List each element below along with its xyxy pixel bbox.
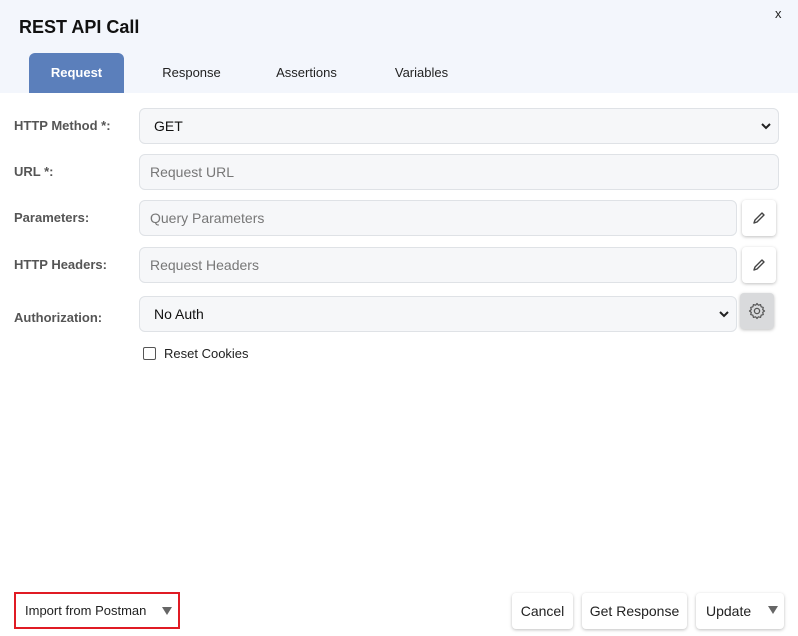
authorization-label: Authorization:: [14, 310, 103, 325]
authorization-settings-button[interactable]: [740, 293, 774, 329]
http-method-value: GET: [154, 118, 183, 134]
http-method-label: HTTP Method *:: [14, 118, 111, 133]
chevron-down-icon: [761, 123, 771, 130]
cancel-button[interactable]: Cancel: [512, 593, 573, 629]
import-from-postman-dropdown[interactable]: Import from Postman: [14, 592, 180, 629]
edit-headers-button[interactable]: [742, 247, 776, 283]
parameters-label: Parameters:: [14, 210, 90, 225]
close-button[interactable]: x: [775, 6, 782, 21]
caret-down-icon: [162, 607, 172, 615]
update-label: Update: [706, 603, 752, 619]
dialog-title: REST API Call: [19, 17, 140, 37]
chevron-down-icon: [719, 311, 729, 318]
parameters-input[interactable]: Query Parameters: [139, 200, 737, 236]
url-input[interactable]: Request URL: [139, 154, 779, 190]
get-response-button[interactable]: Get Response: [582, 593, 687, 629]
tab-assertions[interactable]: Assertions: [259, 53, 354, 93]
edit-parameters-button[interactable]: [742, 200, 776, 236]
pencil-icon: [753, 212, 765, 224]
import-from-postman-label: Import from Postman: [25, 603, 147, 618]
reset-cookies-label: Reset Cookies: [164, 346, 249, 361]
caret-down-icon[interactable]: [768, 605, 778, 615]
pencil-icon: [753, 259, 765, 271]
tab-variables[interactable]: Variables: [374, 53, 469, 93]
authorization-select[interactable]: No Auth: [139, 296, 737, 332]
http-method-select[interactable]: GET: [139, 108, 779, 144]
gear-icon: [748, 302, 766, 320]
authorization-value: No Auth: [154, 306, 204, 322]
url-label: URL *:: [14, 164, 54, 179]
tab-request[interactable]: Request: [29, 53, 124, 93]
update-button[interactable]: Update: [696, 593, 784, 629]
reset-cookies-checkbox[interactable]: [143, 347, 156, 360]
http-headers-input[interactable]: Request Headers: [139, 247, 737, 283]
reset-cookies-row[interactable]: Reset Cookies: [143, 346, 249, 361]
tab-response[interactable]: Response: [144, 53, 239, 93]
http-headers-label: HTTP Headers:: [14, 257, 107, 272]
dialog-header: REST API Call x Request Response Asserti…: [0, 0, 798, 93]
